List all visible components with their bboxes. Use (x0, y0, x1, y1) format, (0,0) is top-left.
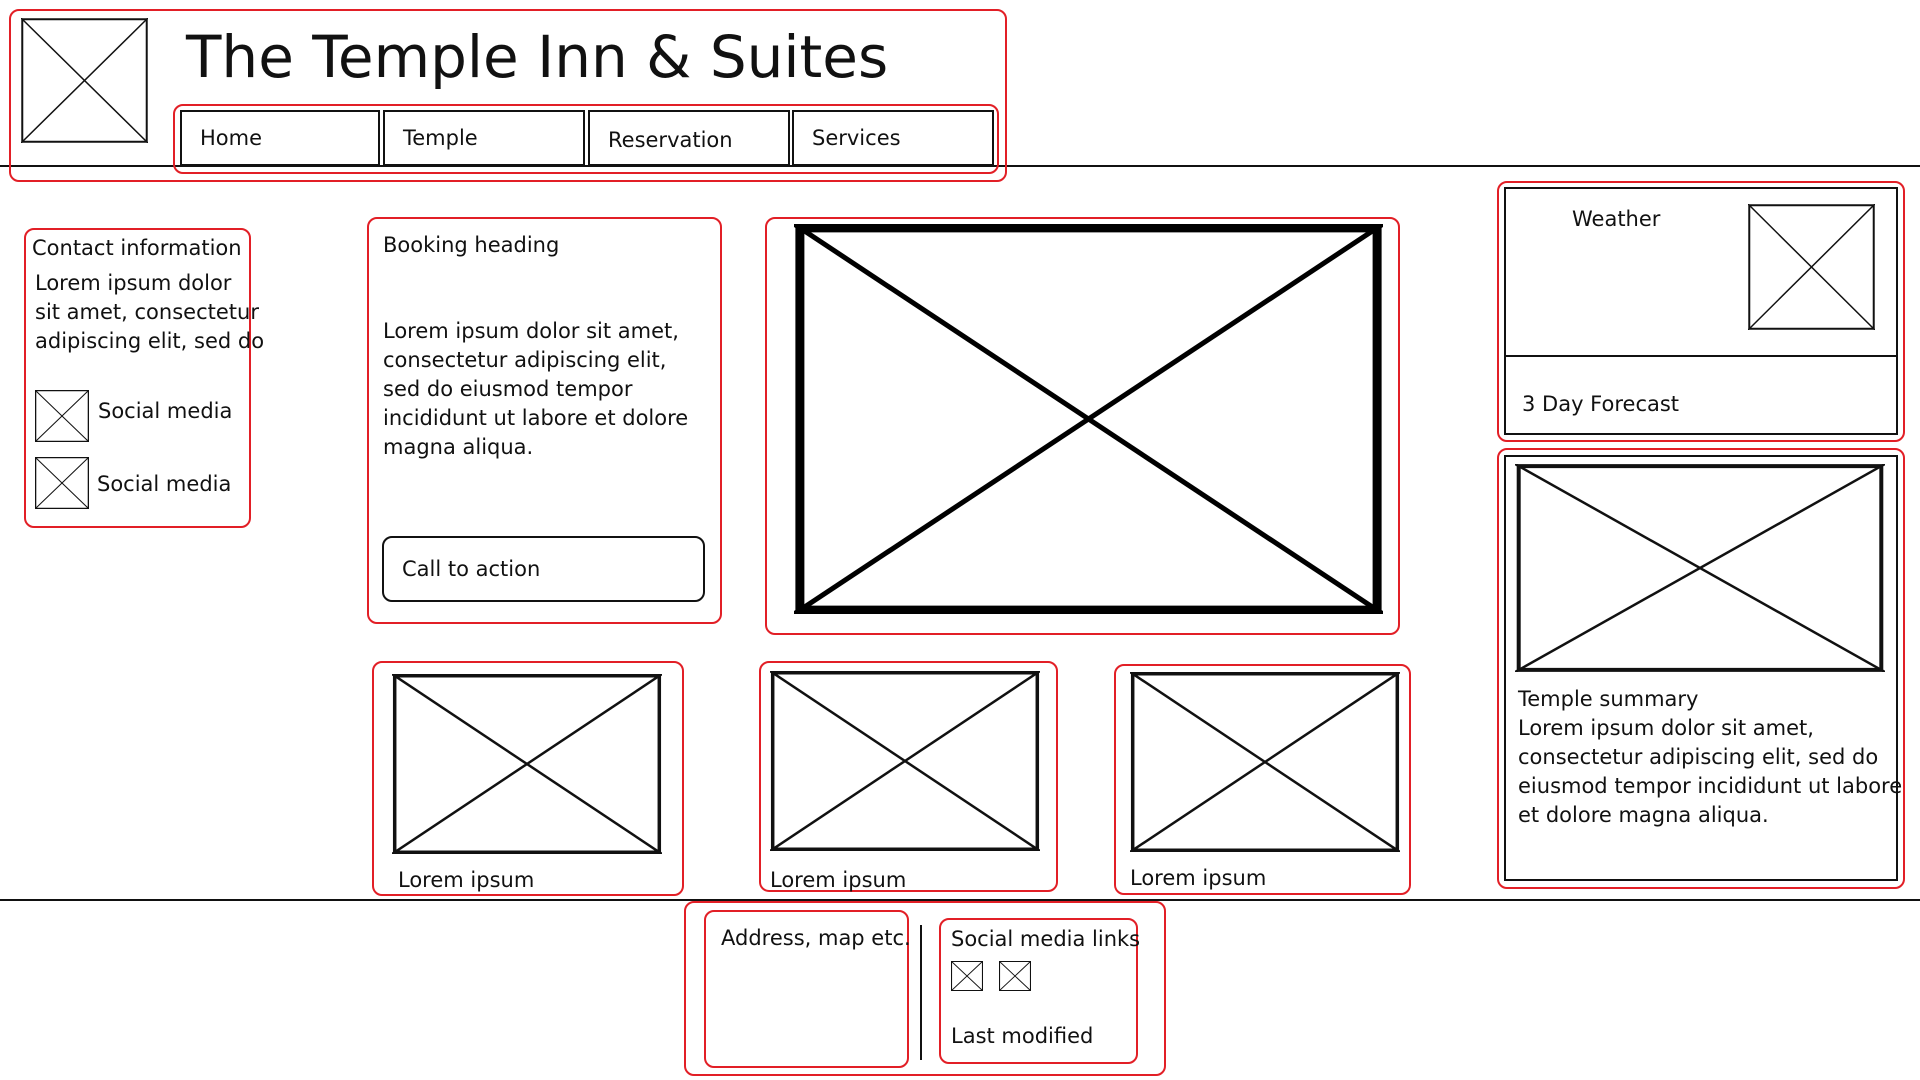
nav-reservation-button[interactable]: Reservation (588, 110, 790, 166)
last-modified-label: Last modified (951, 1024, 1094, 1048)
card-image-placeholder-icon (392, 674, 662, 854)
booking-heading: Booking heading (383, 233, 560, 257)
weather-divider (1504, 355, 1898, 357)
contact-heading: Contact information (32, 236, 242, 260)
temple-summary-line: et dolore magna aliqua. (1518, 803, 1769, 827)
card-image-placeholder-icon (1130, 672, 1400, 852)
temple-summary-text: Temple summary Lorem ipsum dolor sit ame… (1518, 685, 1902, 830)
contact-text: Lorem ipsum dolor sit amet, consectetur … (35, 269, 264, 356)
call-to-action-button[interactable]: Call to action (382, 536, 705, 602)
card-image-placeholder-icon (770, 671, 1040, 851)
booking-line: incididunt ut labore et dolore (383, 406, 689, 430)
contact-line: Lorem ipsum dolor (35, 271, 232, 295)
contact-line: sit amet, consectetur (35, 300, 259, 324)
temple-summary-line: consectetur adipiscing elit, sed do (1518, 745, 1879, 769)
logo-placeholder-icon (21, 18, 148, 143)
page-title: The Temple Inn & Suites (186, 23, 889, 91)
temple-image-placeholder-icon (1515, 464, 1885, 672)
temple-summary-heading: Temple summary (1518, 687, 1699, 711)
card-caption: Lorem ipsum (1130, 866, 1267, 890)
weather-image-placeholder-icon (1748, 204, 1875, 330)
social-media-label[interactable]: Social media (98, 397, 232, 426)
social-link-icon[interactable] (951, 961, 983, 991)
nav-temple-button[interactable]: Temple (383, 110, 585, 166)
hero-image-placeholder-icon (794, 224, 1383, 614)
temple-summary-line: eiusmod tempor incididunt ut labore (1518, 774, 1903, 798)
forecast-label: 3 Day Forecast (1522, 392, 1680, 416)
social-media-icon[interactable] (35, 390, 89, 442)
weather-heading: Weather (1572, 207, 1661, 231)
card-caption: Lorem ipsum (398, 868, 535, 892)
booking-line: consectetur adipiscing elit, (383, 348, 667, 372)
contact-line: adipiscing elit, sed do (35, 329, 265, 353)
address-label: Address, map etc. (721, 926, 911, 950)
social-links-heading: Social media links (951, 927, 1141, 951)
nav-home-button[interactable]: Home (180, 110, 380, 166)
social-media-label[interactable]: Social media (97, 470, 231, 499)
social-link-icon[interactable] (999, 961, 1031, 991)
social-media-icon[interactable] (35, 457, 89, 509)
card-caption: Lorem ipsum (770, 868, 907, 892)
nav-services-button[interactable]: Services (792, 110, 994, 166)
booking-line: sed do eiusmod tempor (383, 377, 633, 401)
footer-separator (920, 925, 922, 1060)
temple-summary-line: Lorem ipsum dolor sit amet, (1518, 716, 1814, 740)
booking-line: Lorem ipsum dolor sit amet, (383, 319, 679, 343)
booking-text: Lorem ipsum dolor sit amet, consectetur … (383, 317, 688, 462)
booking-line: magna aliqua. (383, 435, 534, 459)
